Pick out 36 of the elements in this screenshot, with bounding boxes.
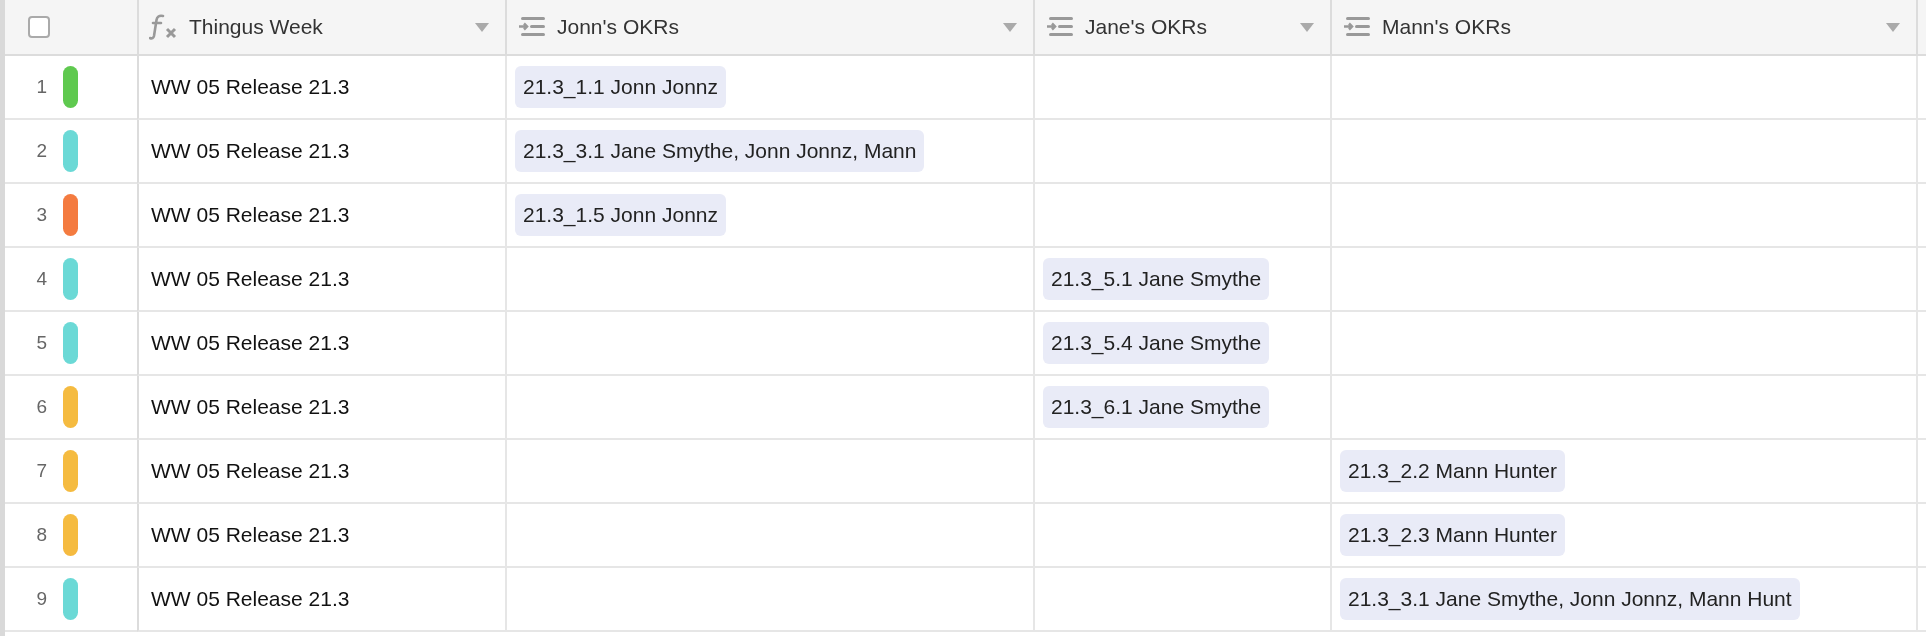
- dropdown-caret-icon[interactable]: [475, 22, 489, 32]
- linked-record-chip[interactable]: 21.3_2.3 Mann Hunter: [1340, 514, 1565, 556]
- select-all-checkbox[interactable]: [28, 16, 50, 38]
- table-cell-text: WW 05 Release 21.3: [151, 586, 350, 613]
- table-cell-text: WW 05 Release 21.3: [151, 394, 350, 421]
- dropdown-caret-icon[interactable]: [1003, 22, 1017, 32]
- table-cell-text: WW 05 Release 21.3: [151, 74, 350, 101]
- lines-icon: [1342, 16, 1372, 38]
- linked-record-chip[interactable]: 21.3_1.5 Jonn Jonnz: [515, 194, 726, 236]
- row-number: 6: [35, 394, 48, 419]
- table-cell-text: WW 05 Release 21.3: [151, 522, 350, 549]
- table-cell-text: WW 05 Release 21.3: [151, 266, 350, 293]
- dropdown-caret-icon[interactable]: [1300, 22, 1314, 32]
- linked-record-chip[interactable]: 21.3_3.1 Jane Smythe, Jonn Jonnz, Mann Hunt: [1340, 578, 1800, 620]
- table-cell-text: WW 05 Release 21.3: [151, 330, 350, 357]
- linked-record-chip[interactable]: 21.3_5.1 Jane Smythe: [1043, 258, 1270, 300]
- row-number: 1: [35, 74, 48, 99]
- linked-record-chip[interactable]: 21.3_1.1 Jonn Jonnz: [515, 66, 726, 108]
- row-number: 4: [35, 266, 48, 291]
- row-number: 3: [35, 202, 48, 227]
- formula-icon: [149, 14, 179, 40]
- linked-record-chip[interactable]: 21.3_6.1 Jane Smythe: [1043, 386, 1270, 428]
- linked-record-chip[interactable]: 21.3_2.2 Mann Hunter: [1340, 450, 1565, 492]
- table-cell-text: WW 05 Release 21.3: [151, 202, 350, 229]
- row-number: 5: [35, 330, 48, 355]
- table-cell-text: WW 05 Release 21.3: [151, 458, 350, 485]
- row-number: 9: [35, 586, 48, 611]
- row-number: 2: [35, 138, 48, 163]
- row-number: 8: [35, 522, 48, 547]
- linked-record-chip[interactable]: 21.3_5.4 Jane Smythe: [1043, 322, 1270, 364]
- linked-record-chip[interactable]: 21.3_3.1 Jane Smythe, Jonn Jonnz, Mann: [515, 130, 925, 172]
- lines-icon: [517, 16, 547, 38]
- lines-icon: [1045, 16, 1075, 38]
- dropdown-caret-icon[interactable]: [1886, 22, 1900, 32]
- table-cell-text: WW 05 Release 21.3: [151, 138, 350, 165]
- row-number: 7: [35, 458, 48, 483]
